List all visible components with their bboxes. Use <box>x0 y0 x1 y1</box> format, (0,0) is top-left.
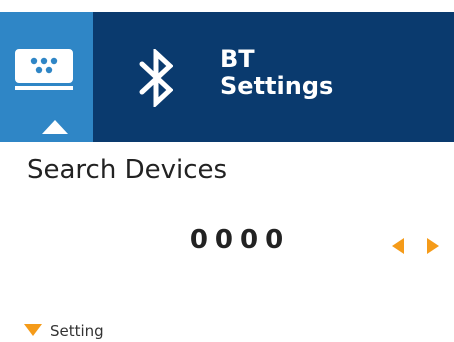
right-arrow-icon[interactable] <box>427 238 439 254</box>
header-title: BT Settings <box>220 46 420 100</box>
up-arrow-icon <box>42 120 68 134</box>
mode-tab[interactable] <box>0 12 93 142</box>
code-value: 0000 <box>189 225 291 255</box>
header-title-line1: BT <box>220 45 255 73</box>
page-title: Search Devices <box>27 155 228 185</box>
bluetooth-icon <box>139 49 173 107</box>
down-arrow-icon[interactable] <box>24 324 42 336</box>
left-arrow-icon[interactable] <box>392 238 404 254</box>
bt-settings-screen: BT Settings Search Devices 0000 Setting <box>0 0 454 342</box>
header-title-line2: Settings <box>220 72 334 100</box>
footer-setting-label[interactable]: Setting <box>50 321 104 341</box>
keyboard-icon <box>15 49 73 90</box>
